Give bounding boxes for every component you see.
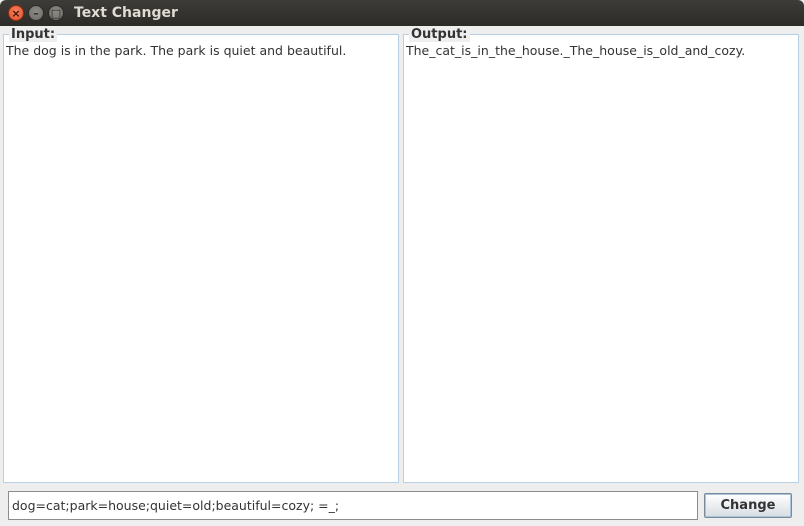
close-icon[interactable]: × [8,5,24,21]
change-button[interactable]: Change [704,493,792,518]
output-label: Output: [409,27,470,42]
input-panel: Input: The dog is in the park. The park … [3,27,399,483]
minimize-icon[interactable]: – [28,5,44,21]
text-changer-window: × – □ Text Changer Input: The dog is in … [0,0,804,526]
output-panel: Output: The_cat_is_in_the_house._The_hou… [403,27,799,483]
maximize-icon[interactable]: □ [48,5,64,21]
window-title: Text Changer [74,5,178,21]
title-bar[interactable]: × – □ Text Changer [0,0,804,26]
output-text-area[interactable]: The_cat_is_in_the_house._The_house_is_ol… [406,43,796,480]
replacement-rules-input[interactable] [8,491,698,520]
input-label: Input: [9,27,58,42]
input-text-area[interactable]: The dog is in the park. The park is quie… [6,43,396,480]
